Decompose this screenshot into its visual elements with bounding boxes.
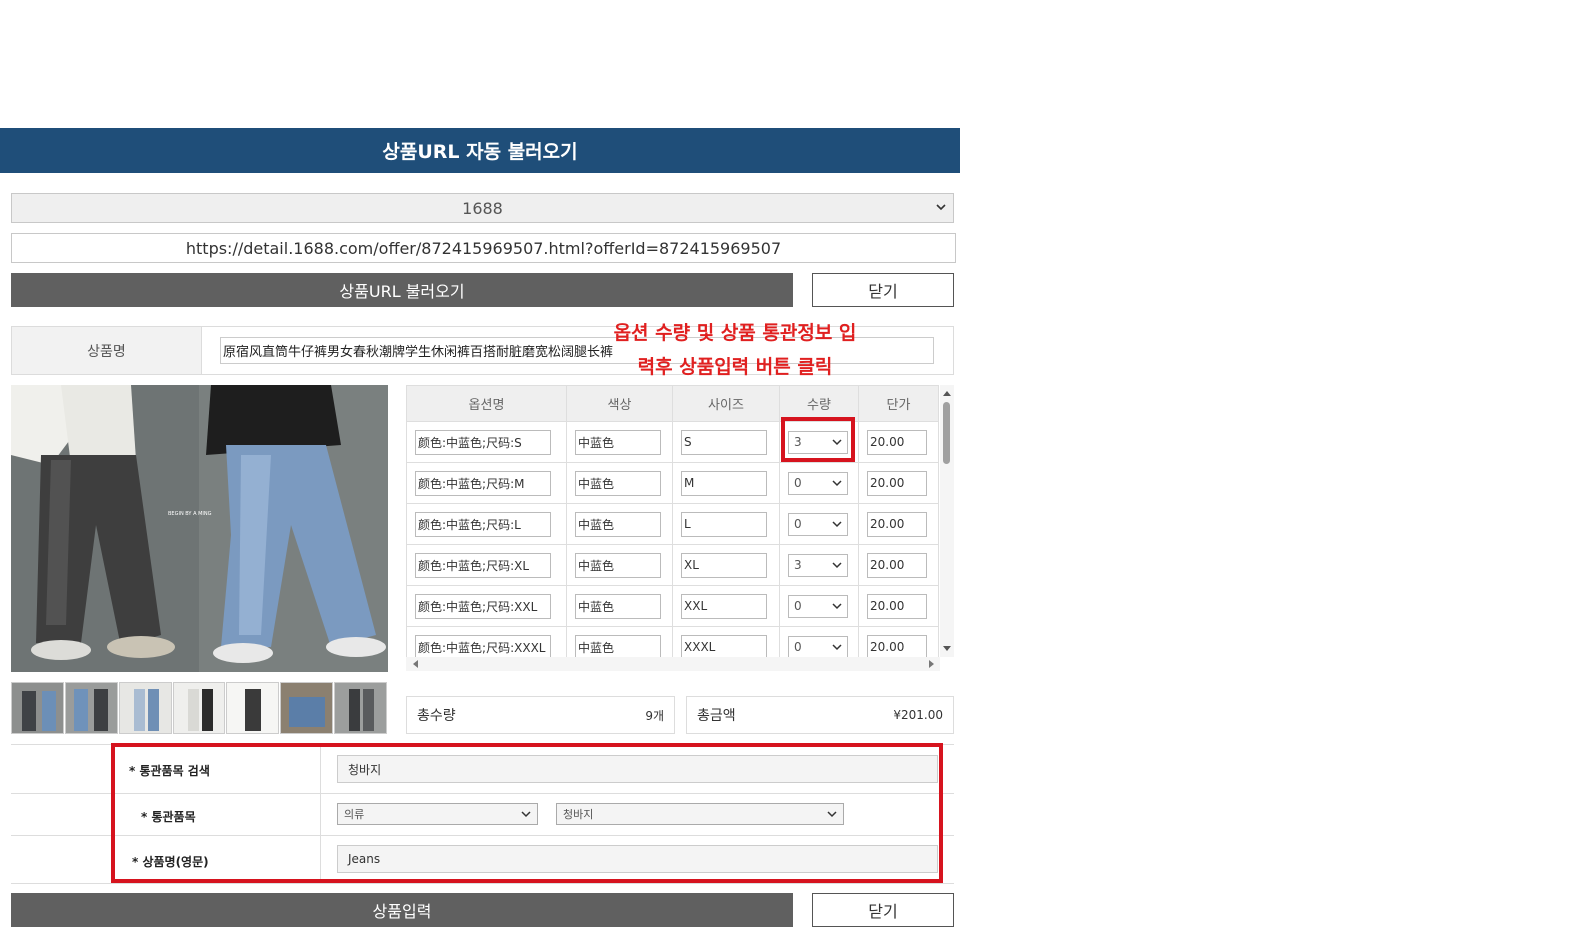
table-row: 颜色:中蓝色;尺码:L 中蓝色 L 0 20.00 (406, 503, 939, 545)
table-row: 颜色:中蓝色;尺码:M 中蓝色 M 0 20.00 (406, 462, 939, 504)
unit-price-input[interactable]: 20.00 (867, 470, 927, 496)
quantity-value: 0 (794, 599, 802, 613)
product-main-image: BEGIN BY A MING (11, 385, 388, 672)
table-row: 颜色:中蓝色;尺码:S 中蓝色 S 3 20.00 (406, 421, 939, 463)
option-color-input[interactable]: 中蓝色 (575, 552, 661, 578)
thumbnail-6[interactable] (280, 682, 334, 734)
submit-product-button[interactable]: 상품입력 (11, 893, 793, 927)
thumbnail-2[interactable] (64, 682, 118, 734)
close-button-bottom[interactable]: 닫기 (812, 893, 954, 927)
option-size-input[interactable]: S (681, 429, 767, 455)
jeans-photo: BEGIN BY A MING (11, 385, 388, 672)
option-name-input[interactable]: 颜色:中蓝色;尺码:S (415, 429, 551, 455)
site-select-value: 1688 (462, 198, 503, 218)
unit-price-input[interactable]: 20.00 (867, 552, 927, 578)
thumbnail-strip (11, 682, 388, 734)
quantity-value: 0 (794, 476, 802, 490)
chevron-down-icon (832, 521, 842, 528)
option-name-input[interactable]: 颜色:中蓝色;尺码:M (415, 470, 551, 496)
page-title: 상품URL 자동 불러오기 (0, 128, 960, 173)
total-amount-label: 총금액 (697, 708, 736, 724)
col-header-option-name: 옵션명 (406, 385, 567, 422)
option-size-input[interactable]: XXXL (681, 634, 767, 660)
quantity-select[interactable]: 0 (788, 471, 848, 495)
option-name-input[interactable]: 颜色:中蓝色;尺码:XXXL (415, 634, 551, 660)
quantity-value: 3 (794, 558, 802, 572)
scroll-right-arrow-icon[interactable] (926, 657, 938, 671)
option-color-input[interactable]: 中蓝色 (575, 593, 661, 619)
annotation-line-1: 옵션 수량 및 상품 통관정보 입 (613, 322, 857, 344)
scroll-up-arrow-icon[interactable] (940, 387, 954, 399)
options-table: 옵션명 색상 사이즈 수량 단가 颜色:中蓝色;尺码:S 中蓝色 S 3 20.… (406, 385, 939, 668)
chevron-down-icon (832, 480, 842, 487)
quantity-select[interactable]: 0 (788, 594, 848, 618)
thumbnail-7[interactable] (334, 682, 388, 734)
option-size-input[interactable]: XXL (681, 593, 767, 619)
product-name-label: 상품명 (12, 327, 202, 374)
col-header-unit-price: 단가 (858, 385, 939, 422)
option-color-input[interactable]: 中蓝色 (575, 429, 661, 455)
chevron-down-icon (936, 204, 946, 211)
option-size-input[interactable]: M (681, 470, 767, 496)
vertical-scrollbar[interactable] (940, 385, 954, 657)
chevron-down-icon (832, 603, 842, 610)
quantity-highlight-box (781, 417, 855, 462)
quantity-select[interactable]: 0 (788, 635, 848, 659)
total-amount-value: ¥201.00 (893, 708, 943, 722)
instruction-annotation: 옵션 수량 및 상품 통관정보 입 력후 상품입력 버튼 클릭 (580, 316, 890, 384)
image-overlay-text: BEGIN BY A MING (168, 511, 212, 517)
customs-highlight-box (111, 743, 943, 883)
option-size-input[interactable]: XL (681, 552, 767, 578)
option-color-input[interactable]: 中蓝色 (575, 511, 661, 537)
scrollbar-thumb[interactable] (943, 402, 950, 464)
quantity-select[interactable]: 0 (788, 512, 848, 536)
close-button-top[interactable]: 닫기 (812, 273, 954, 307)
annotation-line-2: 력후 상품입력 버튼 클릭 (637, 356, 833, 378)
chevron-down-icon (832, 562, 842, 569)
total-quantity-value: 9개 (645, 708, 664, 723)
quantity-value: 0 (794, 517, 802, 531)
site-select[interactable]: 1688 (11, 193, 954, 223)
option-name-input[interactable]: 颜色:中蓝色;尺码:XL (415, 552, 551, 578)
load-url-button[interactable]: 상품URL 불러오기 (11, 273, 793, 307)
option-name-input[interactable]: 颜色:中蓝色;尺码:L (415, 511, 551, 537)
unit-price-input[interactable]: 20.00 (867, 593, 927, 619)
options-table-container[interactable]: 옵션명 색상 사이즈 수량 단가 颜色:中蓝色;尺码:S 中蓝色 S 3 20.… (406, 385, 954, 670)
option-name-input[interactable]: 颜色:中蓝色;尺码:XXL (415, 593, 551, 619)
thumbnail-3[interactable] (118, 682, 172, 734)
product-url-loader-page: 상품URL 자동 불러오기 1688 https://detail.1688.c… (0, 0, 1570, 933)
scroll-left-arrow-icon[interactable] (409, 657, 421, 671)
options-header-row: 옵션명 색상 사이즈 수량 단가 (406, 385, 939, 422)
unit-price-input[interactable]: 20.00 (867, 634, 927, 660)
col-header-size: 사이즈 (672, 385, 780, 422)
table-row: 颜色:中蓝色;尺码:XL 中蓝色 XL 3 20.00 (406, 544, 939, 586)
option-color-input[interactable]: 中蓝色 (575, 634, 661, 660)
horizontal-scrollbar[interactable] (406, 657, 940, 671)
quantity-value: 0 (794, 640, 802, 654)
chevron-down-icon (832, 644, 842, 651)
option-color-input[interactable]: 中蓝色 (575, 470, 661, 496)
total-quantity-box: 총수량 9개 (406, 696, 675, 734)
unit-price-input[interactable]: 20.00 (867, 429, 927, 455)
unit-price-input[interactable]: 20.00 (867, 511, 927, 537)
thumbnail-1[interactable] (11, 682, 64, 734)
table-row: 颜色:中蓝色;尺码:XXL 中蓝色 XXL 0 20.00 (406, 585, 939, 627)
scroll-down-arrow-icon[interactable] (940, 643, 954, 655)
col-header-color: 색상 (566, 385, 673, 422)
thumbnail-5[interactable] (226, 682, 280, 734)
thumbnail-4[interactable] (172, 682, 226, 734)
total-quantity-label: 총수량 (417, 708, 456, 724)
url-input[interactable]: https://detail.1688.com/offer/8724159695… (11, 233, 956, 263)
total-amount-box: 총금액 ¥201.00 (686, 696, 954, 734)
quantity-select[interactable]: 3 (788, 553, 848, 577)
option-size-input[interactable]: L (681, 511, 767, 537)
